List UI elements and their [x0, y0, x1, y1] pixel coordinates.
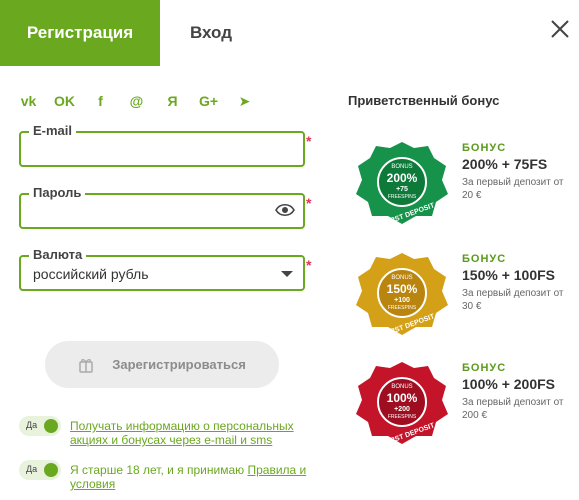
- tab-login[interactable]: Вход: [160, 0, 262, 66]
- bonus-badge-red-icon: BONUS 100% +200 FREESPINS FIRST DEPOSIT: [356, 362, 448, 447]
- toggle-knob: [44, 463, 58, 477]
- bonus-value: 200% + 75FS: [462, 156, 548, 172]
- bonus-value: 150% + 100FS: [462, 267, 556, 283]
- svg-text:BONUS: BONUS: [391, 384, 412, 390]
- mail-icon[interactable]: @: [124, 91, 149, 111]
- toggle-label: Да: [26, 420, 38, 430]
- register-button-label: Зарегистрироваться: [112, 357, 246, 372]
- svg-text:FREESPINS: FREESPINS: [388, 194, 417, 200]
- chevron-down-icon: [281, 271, 293, 277]
- newsletter-consent-text[interactable]: Получать информацию о персональных акция…: [70, 419, 310, 447]
- password-field[interactable]: Пароль: [19, 185, 305, 229]
- social-login-bar: vk OK f @ Я G+ ➤: [16, 91, 268, 111]
- toggle-label: Да: [26, 464, 38, 474]
- bonus-item: BONUS 150% +100 FREESPINS FIRST DEPOSIT …: [352, 249, 577, 339]
- yandex-icon[interactable]: Я: [160, 91, 185, 111]
- svg-text:150%: 150%: [387, 282, 418, 296]
- bonus-item: BONUS 200% +75 FREESPINS FIRST DEPOSIT Б…: [352, 138, 577, 228]
- bonus-badge-gold-icon: BONUS 150% +100 FREESPINS FIRST DEPOSIT: [356, 253, 448, 338]
- required-marker: *: [306, 195, 312, 211]
- bonus-title: Приветственный бонус: [348, 93, 500, 108]
- svg-text:BONUS: BONUS: [391, 275, 412, 281]
- google-plus-icon[interactable]: G+: [196, 91, 221, 111]
- password-label: Пароль: [29, 185, 86, 200]
- currency-label: Валюта: [29, 247, 87, 262]
- svg-text:FREESPINS: FREESPINS: [388, 414, 417, 420]
- auth-tabs: Регистрация Вход: [0, 0, 579, 66]
- odnoklassniki-icon[interactable]: OK: [52, 91, 77, 111]
- gift-icon: [79, 358, 93, 373]
- age-terms-text: Я старше 18 лет, и я принимаю: [70, 463, 248, 477]
- required-marker: *: [306, 257, 312, 273]
- bonus-description: За первый депозит от 20 €: [462, 177, 564, 201]
- bonus-label: БОНУС: [462, 142, 507, 154]
- close-icon[interactable]: [549, 18, 571, 40]
- register-button[interactable]: Зарегистрироваться: [45, 341, 279, 388]
- toggle-knob: [44, 419, 58, 433]
- bonus-label: БОНУС: [462, 362, 507, 374]
- bonus-badge-green-icon: BONUS 200% +75 FREESPINS FIRST DEPOSIT: [356, 142, 448, 227]
- telegram-icon[interactable]: ➤: [232, 91, 257, 111]
- vk-icon[interactable]: vk: [16, 91, 41, 111]
- eye-icon[interactable]: [275, 203, 295, 217]
- email-label: E-mail: [29, 123, 77, 138]
- svg-text:+75: +75: [396, 186, 408, 193]
- required-marker: *: [306, 133, 312, 149]
- svg-text:BONUS: BONUS: [391, 164, 412, 170]
- svg-text:200%: 200%: [387, 171, 418, 185]
- bonus-value: 100% + 200FS: [462, 376, 556, 392]
- currency-select[interactable]: Валюта российский рубль: [19, 247, 305, 291]
- svg-text:FREESPINS: FREESPINS: [388, 305, 417, 311]
- bonus-description: За первый депозит от 200 €: [462, 397, 564, 421]
- age-terms-consent: Я старше 18 лет, и я принимаю Правила и …: [70, 463, 310, 491]
- email-field[interactable]: E-mail: [19, 123, 305, 167]
- svg-text:+100: +100: [394, 297, 410, 304]
- svg-text:100%: 100%: [387, 391, 418, 405]
- bonus-label: БОНУС: [462, 253, 507, 265]
- bonus-description: За первый депозит от 30 €: [462, 288, 564, 312]
- age-terms-toggle[interactable]: Да: [19, 460, 61, 480]
- svg-text:+200: +200: [394, 406, 410, 413]
- tab-register[interactable]: Регистрация: [0, 0, 160, 66]
- bonus-item: BONUS 100% +200 FREESPINS FIRST DEPOSIT …: [352, 358, 577, 448]
- facebook-icon[interactable]: f: [88, 91, 113, 111]
- currency-value: российский рубль: [33, 266, 149, 282]
- newsletter-toggle[interactable]: Да: [19, 416, 61, 436]
